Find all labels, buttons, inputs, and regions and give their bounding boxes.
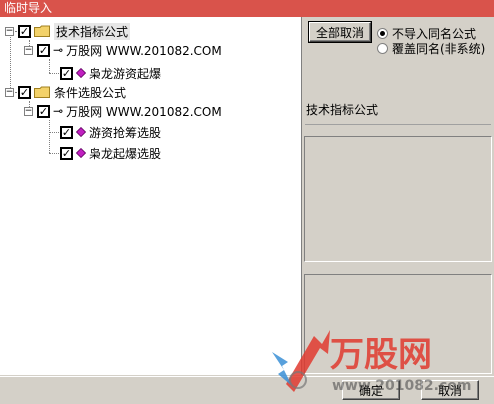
- tree-line: [49, 59, 50, 73]
- tree-group-label: 技术指标公式: [54, 22, 131, 40]
- tree-line: [49, 132, 59, 133]
- gem-icon: [76, 148, 86, 158]
- tree-item[interactable]: ✓ 枭龙游资起爆: [60, 64, 161, 82]
- radio-button[interactable]: [377, 43, 388, 54]
- radio-overwrite-duplicates[interactable]: 覆盖同名(非系统): [377, 40, 485, 57]
- tree-source-label: 万股网 WWW.201082.COM: [66, 104, 222, 119]
- tree-item-label: 游资抢筹选股: [89, 125, 162, 140]
- detail-box: [304, 274, 492, 374]
- description-box: [304, 136, 492, 262]
- folder-icon: [34, 25, 50, 37]
- item-checkbox[interactable]: ✓: [60, 125, 73, 139]
- info-heading: 技术指标公式: [305, 103, 491, 125]
- key-icon: ⊸: [53, 104, 64, 118]
- cancel-all-button[interactable]: 全部取消: [308, 21, 372, 43]
- radio-label: 覆盖同名(非系统): [392, 42, 486, 56]
- tree-source-select[interactable]: − ✓ ⊸ 万股网 WWW.201082.COM: [24, 102, 222, 120]
- collapse-icon[interactable]: −: [24, 45, 33, 55]
- tree-line: [49, 73, 59, 74]
- tree-group-select[interactable]: − ✓ 条件选股公式: [5, 83, 126, 101]
- tree-group-tech[interactable]: − ✓ 技术指标公式: [5, 22, 131, 40]
- cancel-button[interactable]: 取消: [421, 380, 479, 400]
- folder-icon: [34, 86, 50, 98]
- source-checkbox[interactable]: ✓: [37, 43, 50, 57]
- tree-source-tech[interactable]: − ✓ ⊸ 万股网 WWW.201082.COM: [24, 41, 222, 59]
- ok-button[interactable]: 确定: [342, 380, 400, 400]
- radio-button[interactable]: [377, 28, 388, 39]
- tree-item-label: 枭龙起爆选股: [89, 146, 162, 161]
- collapse-icon[interactable]: −: [5, 26, 14, 36]
- tree-source-label: 万股网 WWW.201082.COM: [66, 43, 222, 58]
- item-checkbox[interactable]: ✓: [60, 66, 73, 80]
- gem-icon: [76, 68, 86, 78]
- item-checkbox[interactable]: ✓: [60, 146, 73, 160]
- dialog-footer: [0, 376, 494, 404]
- group-checkbox[interactable]: ✓: [18, 85, 31, 99]
- import-dialog: 临时导入 − ✓ 技术指标公式 − ✓ ⊸ 万股网 WWW.201082.COM: [0, 0, 494, 404]
- collapse-icon[interactable]: −: [5, 87, 14, 97]
- gem-icon: [76, 127, 86, 137]
- collapse-icon[interactable]: −: [24, 106, 33, 116]
- tree-line: [49, 120, 50, 153]
- tree-line: [49, 153, 59, 154]
- tree-item[interactable]: ✓ 游资抢筹选股: [60, 123, 161, 141]
- key-icon: ⊸: [53, 43, 64, 57]
- window-title: 临时导入: [0, 0, 494, 17]
- formula-tree: − ✓ 技术指标公式 − ✓ ⊸ 万股网 WWW.201082.COM ✓ 枭龙…: [0, 17, 302, 375]
- group-checkbox[interactable]: ✓: [18, 24, 31, 38]
- tree-item[interactable]: ✓ 枭龙起爆选股: [60, 144, 161, 162]
- tree-item-label: 枭龙游资起爆: [89, 66, 162, 81]
- tree-group-label: 条件选股公式: [54, 85, 127, 100]
- source-checkbox[interactable]: ✓: [37, 104, 50, 118]
